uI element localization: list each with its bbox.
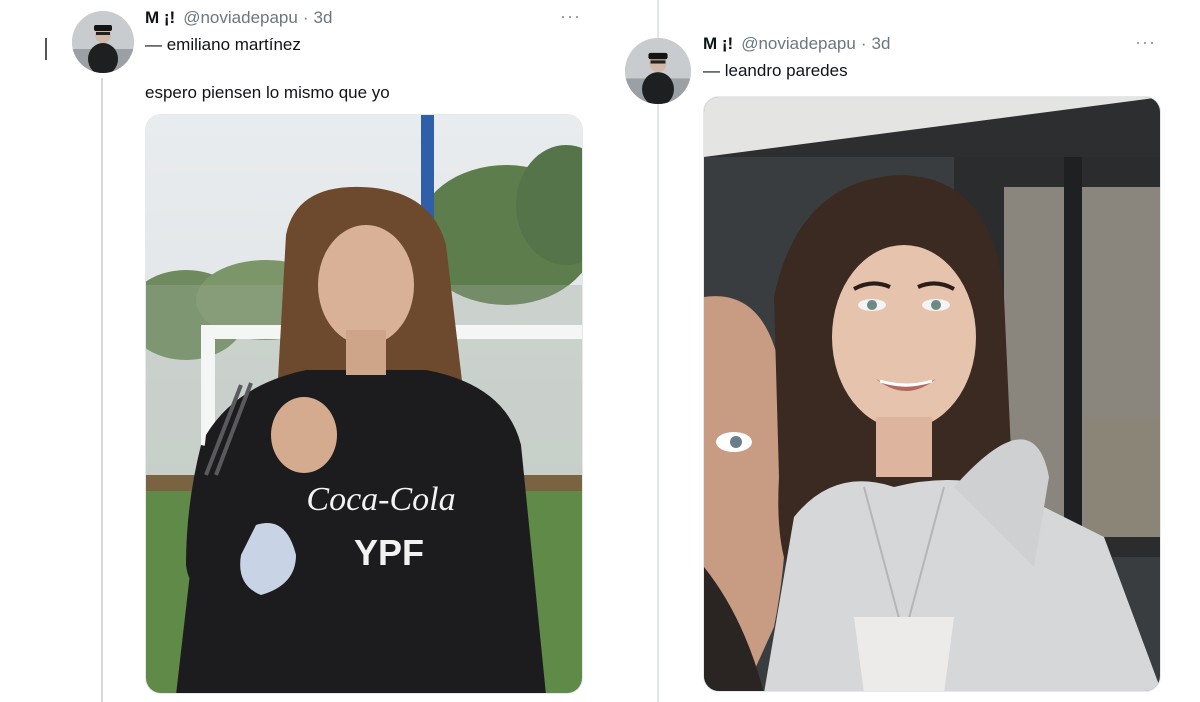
author-handle[interactable]: @noviadepapu — [741, 34, 856, 54]
tweet-photo[interactable]: Coca-Cola YPF — [145, 114, 583, 694]
tweet-left[interactable]: M ¡! @noviadepapu · 3d ··· — emiliano ma… — [0, 0, 655, 702]
jersey-sponsor-text: YPF — [354, 532, 424, 573]
tweet-header: M ¡! @noviadepapu · 3d — [145, 8, 332, 28]
tweet-right[interactable]: M ¡! @noviadepapu · 3d ··· — leandro par… — [625, 0, 1200, 702]
reply-context: — emiliano martínez — [145, 35, 301, 54]
avatar[interactable] — [625, 38, 691, 104]
timestamp[interactable]: 3d — [314, 8, 333, 28]
author-name[interactable]: M ¡! — [703, 34, 733, 54]
tweet-header: M ¡! @noviadepapu · 3d — [703, 34, 890, 54]
more-options-icon[interactable]: ··· — [1135, 32, 1156, 53]
separator-dot: · — [860, 34, 867, 53]
tweet-photo[interactable] — [703, 96, 1161, 692]
avatar[interactable] — [72, 11, 134, 73]
more-options-icon[interactable]: ··· — [560, 6, 581, 27]
author-handle[interactable]: @noviadepapu — [183, 8, 298, 28]
separator-dot: · — [302, 8, 309, 27]
author-name[interactable]: M ¡! — [145, 8, 175, 28]
reply-context: — leandro paredes — [703, 61, 848, 80]
jersey-brand-text: Coca-Cola — [306, 481, 455, 518]
timestamp[interactable]: 3d — [872, 34, 891, 54]
tweet-text: espero piensen lo mismo que yo — [145, 83, 390, 102]
